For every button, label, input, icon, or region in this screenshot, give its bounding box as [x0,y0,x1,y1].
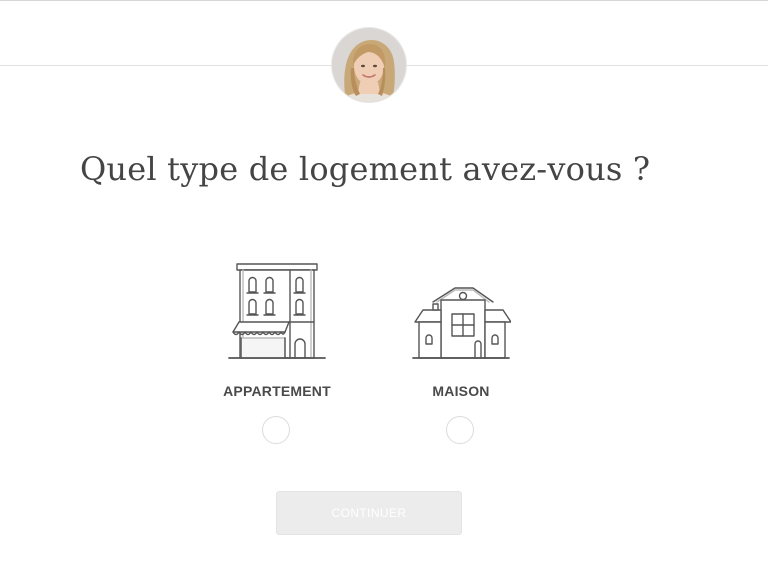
option-appartement-label: APPARTEMENT [223,383,331,399]
question-title: Quel type de logement avez-vous ? [80,150,651,188]
option-maison-label: MAISON [432,383,490,399]
top-border [0,0,768,1]
option-appartement-radio[interactable] [262,416,290,444]
option-appartement[interactable]: APPARTEMENT [202,258,352,448]
option-maison-radio[interactable] [446,416,474,444]
continue-button[interactable]: CONTINUER [276,491,462,535]
house-icon [412,287,511,359]
page: Quel type de logement avez-vous ? APPART… [0,0,768,588]
advisor-avatar [332,28,406,102]
option-maison[interactable]: MAISON [386,258,536,448]
apartment-building-icon [228,263,326,359]
